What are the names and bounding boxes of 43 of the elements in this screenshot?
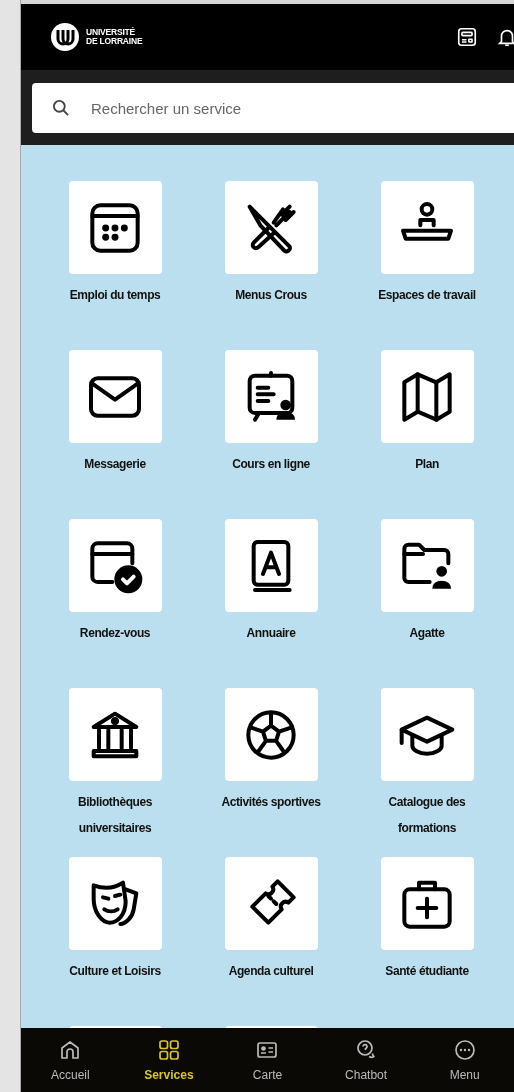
search-bar[interactable]: Rechercher un service	[32, 83, 514, 133]
service-label: Cours en ligne	[231, 456, 311, 473]
service-tile[interactable]	[224, 857, 318, 950]
service-label: Menus Crous	[234, 287, 308, 304]
service-label: Culture et Loisirs	[68, 963, 162, 980]
service-tile[interactable]	[380, 181, 474, 274]
service-label: Agenda culturel	[227, 963, 315, 980]
service-tile[interactable]	[224, 688, 318, 781]
nav-tab[interactable]: Menu	[415, 1028, 514, 1092]
more-icon	[452, 1038, 477, 1062]
service-tile[interactable]	[68, 350, 162, 443]
nav-tab[interactable]: Chatbot	[316, 1028, 416, 1092]
service-tile[interactable]	[68, 519, 162, 612]
service-tile[interactable]	[68, 857, 162, 950]
service-label: Annuaire	[245, 625, 297, 642]
search-icon	[51, 98, 71, 118]
service-tile[interactable]	[68, 688, 162, 781]
service-tile[interactable]	[224, 519, 318, 612]
service-tile[interactable]	[68, 181, 162, 274]
service-label: Agatte	[408, 625, 446, 642]
service-tile[interactable]	[380, 688, 474, 781]
service-tile[interactable]	[380, 350, 474, 443]
service-tile[interactable]	[380, 519, 474, 612]
logo-text: DE LORRAINE	[86, 37, 143, 46]
service-label: Espaces de travail	[377, 287, 477, 304]
logo-icon	[50, 22, 80, 52]
service-tile[interactable]	[224, 181, 318, 274]
grid-icon	[156, 1038, 181, 1062]
service-label: Activités sportives	[220, 794, 322, 811]
service-label: Santé étudiante	[384, 963, 470, 980]
service-tile[interactable]	[224, 350, 318, 443]
service-label: Plan	[414, 456, 440, 473]
service-tile[interactable]	[380, 857, 474, 950]
card-reader-icon[interactable]	[456, 26, 478, 48]
service-label: Bibliothèques universitaires	[76, 794, 154, 837]
nav-tab[interactable]: Carte	[218, 1028, 317, 1092]
service-label: Emploi du temps	[68, 287, 162, 304]
logo-text: UNIVERSITÉ	[86, 28, 136, 37]
nav-tab[interactable]: Services	[119, 1028, 219, 1092]
service-label: Messagerie	[83, 456, 147, 473]
service-label: Rendez-vous	[78, 625, 152, 642]
nav-tab[interactable]: Accueil	[21, 1028, 120, 1092]
service-label: Catalogue des formations	[387, 794, 467, 837]
